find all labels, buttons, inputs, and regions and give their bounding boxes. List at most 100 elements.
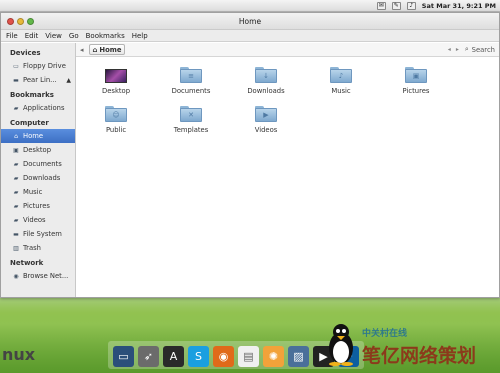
sidebar-item-label: Videos — [23, 216, 46, 224]
sidebar-item-documents[interactable]: ▰ Documents — [1, 157, 75, 171]
sidebar-item-desktop[interactable]: ▣ Desktop — [1, 143, 75, 157]
sidebar-item-label: Pictures — [23, 202, 50, 210]
distro-logo-text: nux — [2, 345, 36, 364]
dock-firefox-icon[interactable]: ◉ — [213, 346, 234, 367]
file-item-videos[interactable]: ▶ Videos — [238, 106, 294, 134]
sidebar-item-home[interactable]: ⌂ Home — [1, 129, 75, 143]
file-item-downloads[interactable]: ↓ Downloads — [238, 67, 294, 95]
sidebar-item-label: Applications — [23, 104, 65, 112]
window-body: Devices ▭ Floppy Drive ▬ Pear Lin... ▲ Bookmar… — [1, 43, 499, 297]
sidebar-item-browse-net[interactable]: ◉ Browse Net... — [1, 269, 75, 283]
sidebar-heading-devices: Devices — [10, 49, 41, 57]
menu-file[interactable]: File — [6, 32, 18, 40]
sidebar-heading-network: Network — [10, 259, 44, 267]
home-icon: ⌂ — [14, 132, 18, 140]
sidebar-item-downloads[interactable]: ▰ Downloads — [1, 171, 75, 185]
sidebar-item-label: Floppy Drive — [23, 62, 66, 70]
trash-icon: ▥ — [13, 244, 19, 252]
folder-icon: ✕ — [180, 106, 202, 122]
dock-orange-icon[interactable]: ✺ — [263, 346, 284, 367]
folder-icon: ↓ — [255, 67, 277, 83]
search-icon: ⌕ — [464, 45, 469, 53]
dock-app-store-icon[interactable]: A — [163, 346, 184, 367]
folder-icon: ▰ — [13, 216, 19, 224]
folder-icon: ▰ — [13, 202, 19, 210]
file-manager-window: Home File Edit View Go Bookmarks Help Devices… — [0, 12, 500, 298]
file-label: Desktop — [101, 87, 131, 95]
sidebar-item-label: Pear Lin... — [23, 76, 57, 84]
sidebar-item-pear-lin[interactable]: ▬ Pear Lin... ▲ — [1, 73, 75, 87]
sidebar-heading-bookmarks: Bookmarks — [10, 91, 54, 99]
eject-icon[interactable]: ▲ — [66, 77, 71, 84]
sidebar-item-pictures[interactable]: ▰ Pictures — [1, 199, 75, 213]
sidebar-heading-computer: Computer — [10, 119, 49, 127]
file-label: Templates — [173, 126, 209, 134]
file-label: Documents — [171, 87, 211, 95]
folder-icon: ▰ — [13, 174, 19, 182]
drive-icon: ▬ — [13, 76, 19, 84]
file-label: Public — [105, 126, 127, 134]
sidebar-item-label: File System — [23, 230, 62, 238]
menu-bookmarks[interactable]: Bookmarks — [86, 32, 125, 40]
menu-edit[interactable]: Edit — [25, 32, 39, 40]
sidebar-item-videos[interactable]: ▰ Videos — [1, 213, 75, 227]
sidebar-item-floppy-drive[interactable]: ▭ Floppy Drive — [1, 59, 75, 73]
folder-icon: ☺ — [105, 106, 127, 122]
watermark: 中关村在线 笔亿网络策划 — [362, 326, 476, 368]
main-pane: ◂ ⌂ Home ◂ ▸ ⌕ Search Desktop ≡ Documents ↓… — [76, 43, 499, 297]
folder-icon: ♪ — [330, 67, 352, 83]
watermark-big: 笔亿网络策划 — [362, 345, 477, 367]
menu-view[interactable]: View — [45, 32, 62, 40]
home-icon: ⌂ — [92, 45, 98, 54]
folder-icon: ▣ — [405, 67, 427, 83]
edit-icon[interactable]: ✎ — [391, 1, 401, 10]
sidebar-item-label: Downloads — [23, 174, 61, 182]
sidebar-item-applications[interactable]: ▰ Applications — [1, 101, 75, 115]
title-bar[interactable]: Home — [1, 13, 499, 30]
clock[interactable]: Sat Mar 31, 9:21 PM — [422, 2, 496, 10]
window-title: Home — [238, 16, 262, 26]
breadcrumb-home[interactable]: ⌂ Home — [88, 44, 126, 55]
file-item-desktop[interactable]: Desktop — [88, 67, 144, 95]
file-label: Downloads — [247, 87, 285, 95]
sidebar-item-trash[interactable]: ▥ Trash — [1, 241, 75, 255]
search-button[interactable]: ⌕ Search — [465, 45, 495, 54]
sidebar-item-label: Trash — [23, 244, 41, 252]
mail-icon[interactable]: ✉ — [376, 1, 386, 10]
nav-next-icon[interactable]: ▸ — [456, 46, 459, 53]
file-label: Videos — [254, 126, 278, 134]
dock-rocket-icon[interactable]: ➶ — [138, 346, 159, 367]
desktop-icon: ▣ — [13, 146, 19, 154]
folder-icon: ▰ — [13, 104, 19, 112]
dock-skype-icon[interactable]: S — [188, 346, 209, 367]
file-item-music[interactable]: ♪ Music — [313, 67, 369, 95]
back-arrow-icon[interactable]: ◂ — [80, 46, 84, 54]
menu-go[interactable]: Go — [69, 32, 79, 40]
search-label: Search — [471, 45, 495, 54]
folder-icon: ▶ — [255, 106, 277, 122]
file-item-documents[interactable]: ≡ Documents — [163, 67, 219, 95]
file-item-pictures[interactable]: ▣ Pictures — [388, 67, 444, 95]
watermark-small: 中关村在线 — [362, 329, 408, 339]
apple-menu-icon[interactable] — [4, 1, 14, 11]
dock-monitor-icon[interactable]: ▭ — [113, 346, 134, 367]
sidebar-item-music[interactable]: ▰ Music — [1, 185, 75, 199]
location-bar: ◂ ⌂ Home ◂ ▸ ⌕ Search — [76, 43, 499, 57]
menu-bar: File Edit View Go Bookmarks Help — [1, 30, 499, 42]
sidebar-item-label: Home — [23, 132, 44, 140]
menu-help[interactable]: Help — [132, 32, 148, 40]
dock-document-icon[interactable]: ▤ — [238, 346, 259, 367]
top-panel: ✉ ✎ ♪ Sat Mar 31, 9:21 PM — [0, 0, 500, 12]
nav-prev-icon[interactable]: ◂ — [448, 46, 451, 53]
sidebar-item-label: Music — [23, 188, 43, 196]
dock-photos-icon[interactable]: ▨ — [288, 346, 309, 367]
sidebar-item-label: Documents — [23, 160, 62, 168]
floppy-icon: ▭ — [13, 62, 19, 70]
volume-icon[interactable]: ♪ — [406, 1, 416, 10]
file-item-public[interactable]: ☺ Public — [88, 106, 144, 134]
network-icon: ◉ — [13, 272, 19, 280]
file-item-templates[interactable]: ✕ Templates — [163, 106, 219, 134]
sidebar-item-file-system[interactable]: ▬ File System — [1, 227, 75, 241]
file-label: Music — [331, 87, 351, 95]
drive-icon: ▬ — [13, 230, 19, 238]
